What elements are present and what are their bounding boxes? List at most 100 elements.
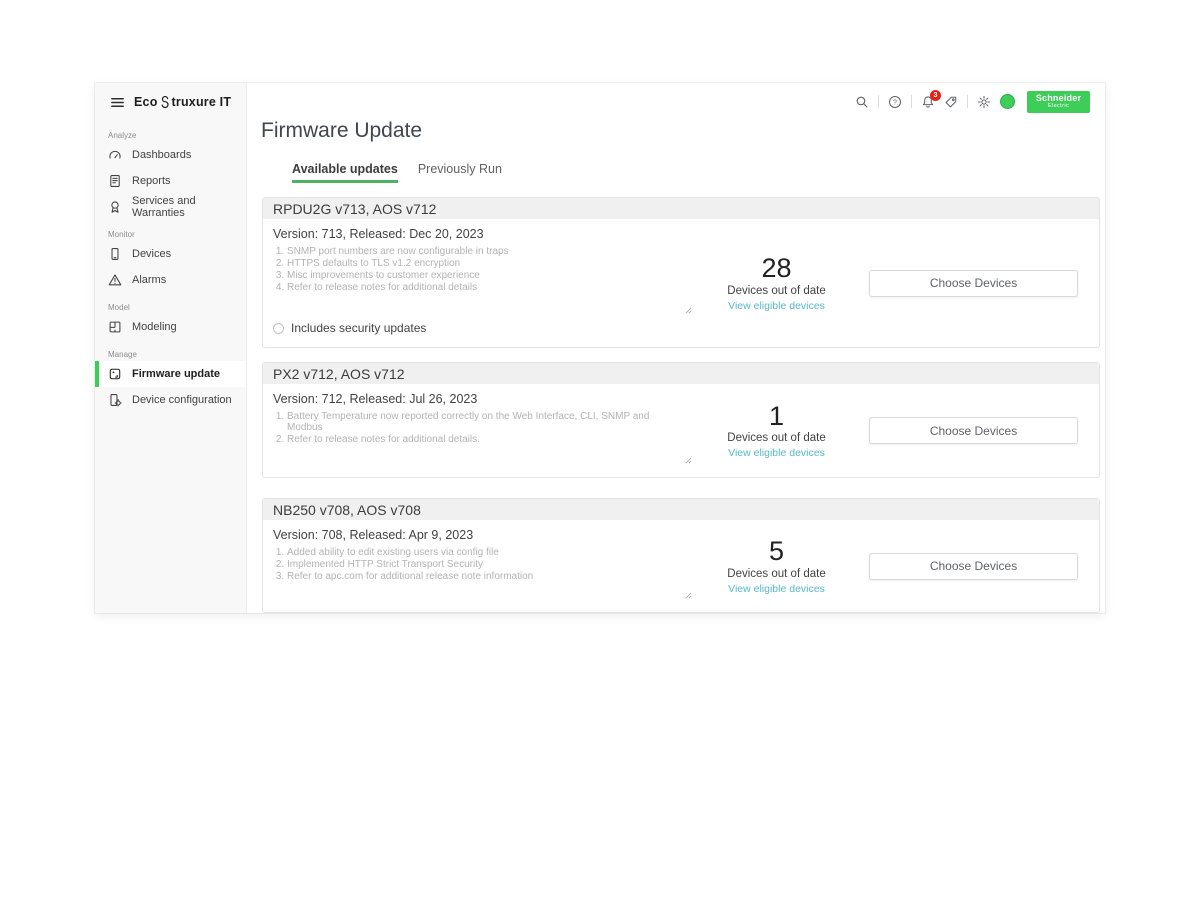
sidebar-item-services-warranties[interactable]: Services and Warranties xyxy=(95,194,246,220)
choose-devices-button[interactable]: Choose Devices xyxy=(869,270,1078,297)
card-body: Version: 712, Released: Jul 26, 2023 Bat… xyxy=(263,384,1099,477)
logo-prefix: Eco xyxy=(134,95,158,109)
award-icon xyxy=(108,200,122,214)
release-note: Battery Temperature now reported correct… xyxy=(287,411,684,433)
release-notes-box[interactable]: Battery Temperature now reported correct… xyxy=(273,411,684,471)
view-eligible-devices-link[interactable]: View eligible devices xyxy=(728,583,825,595)
release-note: Refer to release notes for additional de… xyxy=(287,434,684,445)
tab-available-updates[interactable]: Available updates xyxy=(292,162,398,183)
sidebar-item-reports[interactable]: Reports xyxy=(95,168,246,194)
card-body: Version: 708, Released: Apr 9, 2023 Adde… xyxy=(263,520,1099,612)
sidebar-section-manage: Manage xyxy=(95,340,246,361)
release-notes-box[interactable]: SNMP port numbers are now configurable i… xyxy=(273,246,684,321)
update-card-rpdu2g: RPDU2G v713, AOS v712 Version: 713, Rele… xyxy=(262,197,1100,348)
version-line: Version: 713, Released: Dec 20, 2023 xyxy=(273,227,684,241)
security-updates-row: Includes security updates xyxy=(273,321,684,341)
user-avatar[interactable] xyxy=(1000,94,1015,109)
view-eligible-devices-link[interactable]: View eligible devices xyxy=(728,300,825,312)
firmware-icon xyxy=(108,367,122,381)
sidebar-item-label: Dashboards xyxy=(132,149,191,161)
choose-devices-button[interactable]: Choose Devices xyxy=(869,417,1078,444)
logo-suffix: truxure IT xyxy=(172,95,232,109)
device-icon xyxy=(108,247,122,261)
sidebar-item-modeling[interactable]: Modeling xyxy=(95,314,246,340)
sidebar-item-device-configuration[interactable]: Device configuration xyxy=(95,387,246,413)
card-action-column: Choose Devices xyxy=(869,520,1099,612)
release-notes-list: Added ability to edit existing users via… xyxy=(273,547,684,582)
release-note: HTTPS defaults to TLS v1.2 encryption xyxy=(287,258,684,269)
view-eligible-devices-link[interactable]: View eligible devices xyxy=(728,447,825,459)
header-toolbar: ? 3 Schneider Electric xyxy=(247,90,1090,113)
device-count: 28 xyxy=(761,254,791,284)
sidebar-section-model: Model xyxy=(95,293,246,314)
security-updates-radio[interactable] xyxy=(273,323,284,334)
settings-gear-icon[interactable] xyxy=(977,95,991,109)
device-count-label: Devices out of date xyxy=(727,432,825,444)
app-window: Eco truxure IT Analyze Dashboards Reports… xyxy=(95,83,1105,613)
notifications-bell-icon[interactable]: 3 xyxy=(921,95,935,109)
device-count-label: Devices out of date xyxy=(727,568,825,580)
toolbar-divider xyxy=(878,95,879,108)
toolbar-divider xyxy=(967,95,968,108)
brand-name: Schneider xyxy=(1036,94,1081,103)
floorplan-icon xyxy=(108,320,122,334)
sidebar-item-alarms[interactable]: Alarms xyxy=(95,267,246,293)
release-notes-list: SNMP port numbers are now configurable i… xyxy=(273,246,684,293)
schneider-electric-logo: Schneider Electric xyxy=(1027,91,1090,113)
sidebar-logo-row: Eco truxure IT xyxy=(95,83,246,121)
card-title: NB250 v708, AOS v708 xyxy=(263,499,1099,520)
release-note: Added ability to edit existing users via… xyxy=(287,547,684,558)
version-line: Version: 712, Released: Jul 26, 2023 xyxy=(273,392,684,406)
page-canvas: Eco truxure IT Analyze Dashboards Reports… xyxy=(0,0,1200,900)
sidebar-item-label: Alarms xyxy=(132,274,166,286)
device-count-label: Devices out of date xyxy=(727,285,825,297)
choose-devices-button[interactable]: Choose Devices xyxy=(869,553,1078,580)
search-icon[interactable] xyxy=(855,95,869,109)
update-card-list: RPDU2G v713, AOS v712 Version: 713, Rele… xyxy=(262,197,1100,613)
release-notes-box[interactable]: Added ability to edit existing users via… xyxy=(273,547,684,606)
sidebar-section-analyze: Analyze xyxy=(95,121,246,142)
device-count-column: 1 Devices out of date View eligible devi… xyxy=(684,384,869,477)
sidebar-item-label: Firmware update xyxy=(132,368,220,380)
update-card-nb250: NB250 v708, AOS v708 Version: 708, Relea… xyxy=(262,498,1100,613)
sidebar-item-label: Device configuration xyxy=(132,394,232,406)
sidebar-item-firmware-update[interactable]: Firmware update xyxy=(95,361,246,387)
main-content: ? 3 Schneider Electric xyxy=(247,83,1105,613)
ecostruxure-s-icon xyxy=(159,96,171,109)
tab-bar: Available updates Previously Run xyxy=(292,162,1105,183)
release-note: SNMP port numbers are now configurable i… xyxy=(287,246,684,257)
sidebar-item-label: Reports xyxy=(132,175,171,187)
device-count: 1 xyxy=(769,402,784,432)
toolbar-divider xyxy=(911,95,912,108)
card-body: Version: 713, Released: Dec 20, 2023 SNM… xyxy=(263,219,1099,347)
resize-handle-icon[interactable] xyxy=(685,301,692,319)
resize-handle-icon[interactable] xyxy=(685,586,692,604)
sidebar-item-devices[interactable]: Devices xyxy=(95,241,246,267)
feedback-tag-icon[interactable] xyxy=(944,95,958,109)
sidebar-section-monitor: Monitor xyxy=(95,220,246,241)
sidebar: Eco truxure IT Analyze Dashboards Reports… xyxy=(95,83,247,613)
update-card-px2: PX2 v712, AOS v712 Version: 712, Release… xyxy=(262,362,1100,478)
security-updates-label: Includes security updates xyxy=(291,321,426,335)
card-title: PX2 v712, AOS v712 xyxy=(263,363,1099,384)
document-icon xyxy=(108,174,122,188)
release-notes-column: Version: 708, Released: Apr 9, 2023 Adde… xyxy=(263,520,684,612)
tab-previously-run[interactable]: Previously Run xyxy=(418,162,502,183)
help-icon[interactable]: ? xyxy=(888,95,902,109)
brand-subname: Electric xyxy=(1048,104,1069,110)
release-note: Misc improvements to customer experience xyxy=(287,270,684,281)
release-notes-column: Version: 713, Released: Dec 20, 2023 SNM… xyxy=(263,219,684,347)
ecostruxure-logo: Eco truxure IT xyxy=(134,95,231,109)
hamburger-menu-icon[interactable] xyxy=(110,95,125,110)
release-notes-list: Battery Temperature now reported correct… xyxy=(273,411,684,445)
version-line: Version: 708, Released: Apr 9, 2023 xyxy=(273,528,684,542)
device-gear-icon xyxy=(108,393,122,407)
release-notes-column: Version: 712, Released: Jul 26, 2023 Bat… xyxy=(263,384,684,477)
card-action-column: Choose Devices xyxy=(869,219,1099,347)
warning-triangle-icon xyxy=(108,273,122,287)
notifications-badge: 3 xyxy=(930,90,941,101)
sidebar-item-label: Devices xyxy=(132,248,171,260)
sidebar-item-dashboards[interactable]: Dashboards xyxy=(95,142,246,168)
resize-handle-icon[interactable] xyxy=(685,451,692,469)
page-title: Firmware Update xyxy=(261,119,1105,143)
